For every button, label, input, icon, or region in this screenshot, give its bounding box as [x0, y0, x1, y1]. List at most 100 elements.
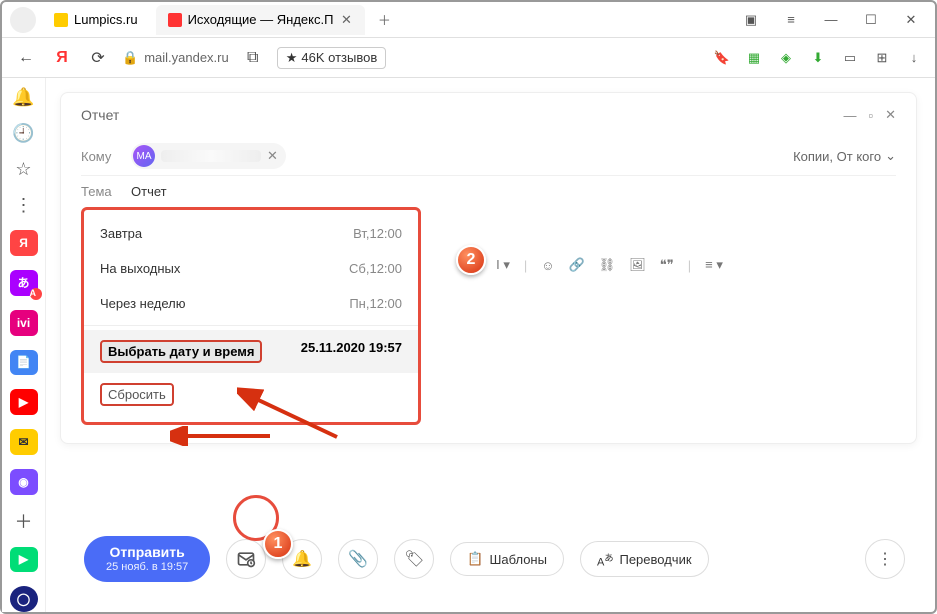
- annotation-marker-2: 2: [456, 245, 486, 275]
- recipient-chip[interactable]: MA ✕: [131, 143, 286, 169]
- app-teal[interactable]: ▶: [10, 547, 38, 573]
- recipient-avatar: MA: [133, 145, 155, 167]
- schedule-option-next-week[interactable]: Через неделю Пн,12:00: [84, 286, 418, 321]
- link-icon[interactable]: 🔗: [569, 257, 585, 273]
- schedule-option-label: На выходных: [100, 261, 180, 276]
- recipient-name-blurred: [161, 150, 261, 162]
- copies-toggle[interactable]: Копии, От кого ⌄: [793, 148, 896, 164]
- schedule-reset[interactable]: Сбросить: [84, 373, 418, 416]
- translator-icon: Aあ: [597, 550, 614, 569]
- tab-label: Lumpics.ru: [74, 12, 138, 27]
- new-tab-button[interactable]: ＋: [371, 7, 397, 33]
- minimize-icon[interactable]: —: [815, 6, 847, 34]
- attach-button[interactable]: 📎: [338, 539, 378, 579]
- send-label: Отправить: [106, 544, 188, 561]
- url-field[interactable]: 🔒 mail.yandex.ru: [122, 50, 229, 66]
- schedule-send-button[interactable]: [226, 539, 266, 579]
- extension-shield-icon[interactable]: ◈: [777, 49, 795, 67]
- app-youtube[interactable]: ▶: [10, 389, 38, 415]
- history-icon[interactable]: 🕘: [12, 122, 36, 144]
- bookmark-icon[interactable]: 🔖: [713, 49, 731, 67]
- app-ivi[interactable]: ivi: [10, 310, 38, 336]
- app-mail[interactable]: ✉: [10, 429, 38, 455]
- templates-button[interactable]: 📋 Шаблоны: [450, 542, 564, 576]
- to-field-row: Кому MA ✕ Копии, От кого ⌄: [81, 137, 896, 176]
- pick-datetime-label: Выбрать дату и время: [100, 340, 262, 363]
- extension-calendar-icon[interactable]: ▦: [745, 49, 763, 67]
- profile-avatar[interactable]: [10, 7, 36, 33]
- reader-icon[interactable]: ▭: [841, 49, 859, 67]
- tab-favicon: [168, 13, 182, 27]
- schedule-option-time: Вт,12:00: [353, 226, 402, 241]
- more-icon[interactable]: ⋮: [12, 194, 36, 216]
- reset-label: Сбросить: [100, 383, 174, 406]
- extensions-puzzle-icon[interactable]: ⊞: [873, 49, 891, 67]
- copy-url-icon[interactable]: ⧉: [241, 46, 265, 70]
- minimize-compose-icon[interactable]: —: [843, 108, 856, 123]
- subject-value: Отчет: [131, 184, 167, 199]
- rating-text: 46K отзывов: [301, 50, 377, 65]
- close-window-icon[interactable]: ✕: [895, 6, 927, 34]
- divider: [84, 325, 418, 326]
- emoji-icon[interactable]: ☺: [541, 258, 554, 273]
- tab-label: Исходящие — Яндекс.П: [188, 12, 334, 27]
- tile-tabs-icon[interactable]: ▣: [735, 6, 767, 34]
- send-button[interactable]: Отправить 25 нояб. в 19:57: [84, 536, 210, 582]
- subject-label: Тема: [81, 184, 121, 199]
- app-alice[interactable]: ◯: [10, 586, 38, 612]
- pick-datetime-value: 25.11.2020 19:57: [301, 340, 402, 363]
- format-toolbar: ◆ ▾ I ▾ | ☺ 🔗 ⛓ 🖼 ❝❞ | ≡ ▾: [462, 257, 723, 273]
- favorites-icon[interactable]: ☆: [12, 158, 36, 180]
- annotation-marker-1: 1: [263, 529, 293, 559]
- app-purple[interactable]: ◉: [10, 469, 38, 495]
- expand-compose-icon[interactable]: ▫: [868, 108, 873, 123]
- menu-icon[interactable]: ≡: [775, 6, 807, 34]
- schedule-option-label: Через неделю: [100, 296, 185, 311]
- quote-icon[interactable]: ❝❞: [660, 257, 674, 273]
- lock-icon: 🔒: [122, 50, 138, 66]
- translator-label: Переводчик: [619, 552, 691, 567]
- downloads-icon[interactable]: ↓: [905, 49, 923, 67]
- subject-row[interactable]: Тема Отчет: [81, 176, 896, 203]
- label-button[interactable]: 🏷: [394, 539, 434, 579]
- font-size-icon[interactable]: I ▾: [496, 257, 510, 273]
- rating-badge[interactable]: ★ 46K отзывов: [277, 47, 387, 69]
- yandex-home-icon[interactable]: Я: [50, 46, 74, 70]
- app-translate[interactable]: あA: [10, 270, 38, 296]
- browser-sidebar: 🔔 🕘 ☆ ⋮ Я あA ivi 📄 ▶ ✉ ◉ ＋ ▶ ◯: [2, 78, 46, 612]
- compose-action-bar: Отправить 25 нояб. в 19:57 🔔 📎 🏷 📋 Шабло…: [84, 536, 905, 582]
- app-docs[interactable]: 📄: [10, 350, 38, 376]
- browser-tabstrip: Lumpics.ru Исходящие — Яндекс.П ✕ ＋ ▣ ≡ …: [2, 2, 935, 38]
- tab-yandex-outgoing[interactable]: Исходящие — Яндекс.П ✕: [156, 5, 366, 35]
- align-icon[interactable]: ≡ ▾: [705, 257, 723, 273]
- tab-favicon: [54, 13, 68, 27]
- extension-download-icon[interactable]: ⬇: [809, 49, 827, 67]
- address-bar: ← Я ⟳ 🔒 mail.yandex.ru ⧉ ★ 46K отзывов 🔖…: [2, 38, 935, 78]
- send-time: 25 нояб. в 19:57: [106, 561, 188, 574]
- templates-icon: 📋: [467, 551, 483, 567]
- maximize-icon[interactable]: ☐: [855, 6, 887, 34]
- image-icon[interactable]: 🖼: [629, 257, 646, 273]
- remove-recipient-icon[interactable]: ✕: [267, 148, 278, 164]
- close-compose-icon[interactable]: ✕: [885, 107, 896, 123]
- more-actions-button[interactable]: ⋮: [865, 539, 905, 579]
- translator-button[interactable]: Aあ Переводчик: [580, 541, 709, 578]
- notifications-icon[interactable]: 🔔: [12, 86, 36, 108]
- schedule-option-weekend[interactable]: На выходных Сб,12:00: [84, 251, 418, 286]
- unlink-icon[interactable]: ⛓: [599, 257, 616, 273]
- tab-lumpics[interactable]: Lumpics.ru: [42, 5, 150, 35]
- url-text: mail.yandex.ru: [144, 50, 229, 65]
- schedule-send-popup: Завтра Вт,12:00 На выходных Сб,12:00 Чер…: [81, 207, 421, 425]
- schedule-option-time: Пн,12:00: [349, 296, 402, 311]
- schedule-pick-datetime[interactable]: Выбрать дату и время 25.11.2020 19:57: [84, 330, 418, 373]
- reload-button[interactable]: ⟳: [86, 46, 110, 70]
- chevron-down-icon: ⌄: [885, 148, 896, 164]
- close-icon[interactable]: ✕: [339, 13, 353, 27]
- add-app-icon[interactable]: ＋: [12, 509, 36, 533]
- compose-title: Отчет: [81, 107, 119, 123]
- star-icon: ★: [286, 50, 298, 66]
- app-yandex[interactable]: Я: [10, 230, 38, 256]
- back-button[interactable]: ←: [14, 46, 38, 70]
- schedule-option-tomorrow[interactable]: Завтра Вт,12:00: [84, 216, 418, 251]
- schedule-option-label: Завтра: [100, 226, 142, 241]
